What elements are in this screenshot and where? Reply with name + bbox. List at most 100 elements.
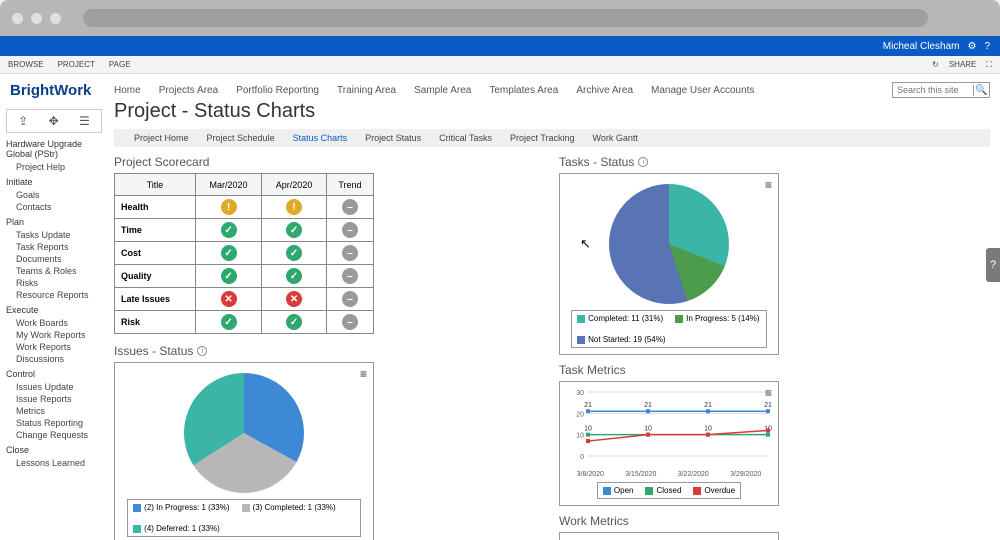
subtab[interactable]: Work Gantt: [593, 133, 638, 143]
browser-dot: [31, 13, 42, 24]
ribbon-page[interactable]: PAGE: [109, 60, 131, 69]
chart-menu-icon[interactable]: ≡: [765, 386, 772, 400]
nav-item[interactable]: Work Reports: [6, 341, 102, 353]
scorecard-cell: –: [326, 219, 373, 242]
svg-text:21: 21: [584, 402, 592, 409]
move-icon[interactable]: ✥: [49, 114, 59, 128]
status-indicator: ✓: [286, 268, 302, 284]
status-indicator: !: [286, 199, 302, 215]
nav-item[interactable]: Lessons Learned: [6, 457, 102, 469]
nav-item[interactable]: Resource Reports: [6, 289, 102, 301]
scorecard-row-title: Late Issues: [115, 288, 196, 311]
nav-group-head[interactable]: Control: [6, 369, 102, 379]
scorecard-cell: ✓: [195, 242, 261, 265]
scorecard-cell: ✓: [195, 265, 261, 288]
subtab[interactable]: Project Home: [134, 133, 189, 143]
line-chart: 01020302121212110101010: [566, 388, 774, 464]
scorecard-row-title: Risk: [115, 311, 196, 334]
logo: BrightWork: [10, 82, 102, 99]
work-metrics-chart: ≡: [559, 532, 779, 540]
sidebar-project-head[interactable]: Hardware Upgrade Global (PStr): [6, 139, 102, 159]
help-tab[interactable]: ?: [986, 248, 1000, 282]
nav-group-head[interactable]: Initiate: [6, 177, 102, 187]
topnav-item[interactable]: Templates Area: [489, 85, 558, 96]
issues-pie: [184, 373, 304, 493]
nav-group-head[interactable]: Execute: [6, 305, 102, 315]
topnav-item[interactable]: Training Area: [337, 85, 396, 96]
svg-text:21: 21: [644, 402, 652, 409]
topnav-item[interactable]: Home: [114, 85, 141, 96]
status-indicator: –: [342, 314, 358, 330]
nav-item[interactable]: Goals: [6, 189, 102, 201]
legend-item: Closed: [645, 486, 681, 495]
help-icon[interactable]: ?: [984, 41, 990, 52]
legend-item: (3) Completed: 1 (33%): [242, 503, 336, 512]
suite-bar: Micheal Clesham ⚙ ?: [0, 36, 1000, 56]
scorecard-cell: ✓: [262, 219, 327, 242]
scorecard-cell: –: [326, 196, 373, 219]
nav-item[interactable]: Issue Reports: [6, 393, 102, 405]
scorecard-table: TitleMar/2020Apr/2020Trend Health!!–Time…: [114, 173, 374, 334]
browser-url-bar[interactable]: [83, 9, 928, 27]
topnav-item[interactable]: Sample Area: [414, 85, 471, 96]
svg-text:20: 20: [576, 411, 584, 418]
list-icon[interactable]: ☰: [79, 114, 90, 128]
upload-icon[interactable]: ⇪: [18, 114, 28, 128]
status-indicator: –: [342, 268, 358, 284]
chart-menu-icon[interactable]: ≡: [360, 367, 367, 381]
topnav-item[interactable]: Portfolio Reporting: [236, 85, 319, 96]
nav-item[interactable]: Task Reports: [6, 241, 102, 253]
nav-item[interactable]: Project Help: [6, 161, 102, 173]
nav-item[interactable]: Work Boards: [6, 317, 102, 329]
status-indicator: ✓: [286, 222, 302, 238]
search-icon[interactable]: 🔍: [973, 85, 989, 96]
gear-icon[interactable]: ⚙: [967, 41, 976, 52]
subtab[interactable]: Project Schedule: [207, 133, 275, 143]
subtab[interactable]: Project Status: [365, 133, 421, 143]
nav-item[interactable]: Risks: [6, 277, 102, 289]
nav-item[interactable]: Tasks Update: [6, 229, 102, 241]
fullscreen-icon[interactable]: ⛶: [986, 60, 992, 70]
subtab[interactable]: Status Charts: [293, 133, 348, 143]
subtab[interactable]: Critical Tasks: [439, 133, 492, 143]
nav-item[interactable]: My Work Reports: [6, 329, 102, 341]
scorecard-cell: ✓: [262, 242, 327, 265]
subtab[interactable]: Project Tracking: [510, 133, 575, 143]
line-x-labels: 3/8/20203/15/20203/22/20203/29/2020: [566, 471, 772, 478]
search-input[interactable]: [893, 85, 973, 95]
nav-item[interactable]: Contacts: [6, 201, 102, 213]
nav-item[interactable]: Status Reporting: [6, 417, 102, 429]
scorecard-cell: !: [195, 196, 261, 219]
nav-group-head[interactable]: Close: [6, 445, 102, 455]
nav-item[interactable]: Documents: [6, 253, 102, 265]
svg-text:0: 0: [580, 454, 584, 461]
legend-item: Completed: 11 (31%): [577, 314, 663, 323]
nav-item[interactable]: Teams & Roles: [6, 265, 102, 277]
nav-item[interactable]: Change Requests: [6, 429, 102, 441]
nav-item[interactable]: Discussions: [6, 353, 102, 365]
chart-menu-icon[interactable]: ≡: [765, 178, 772, 192]
info-icon[interactable]: i: [197, 346, 207, 356]
scorecard-header: Trend: [326, 174, 373, 196]
ribbon-browse[interactable]: BROWSE: [8, 60, 44, 69]
nav-item[interactable]: Metrics: [6, 405, 102, 417]
status-indicator: –: [342, 291, 358, 307]
ribbon-project[interactable]: PROJECT: [58, 60, 95, 69]
tasks-chart: ≡ Completed: 11 (31%)In Progress: 5 (14%…: [559, 173, 779, 355]
x-tick: 3/15/2020: [625, 471, 656, 478]
topnav-item[interactable]: Archive Area: [576, 85, 633, 96]
share-label[interactable]: SHARE: [949, 60, 977, 69]
info-icon[interactable]: i: [638, 157, 648, 167]
topnav-item[interactable]: Projects Area: [159, 85, 218, 96]
user-name[interactable]: Micheal Clesham: [883, 41, 960, 52]
x-tick: 3/8/2020: [577, 471, 604, 478]
ribbon: BROWSE PROJECT PAGE ↻ SHARE ⛶: [0, 56, 1000, 74]
scorecard-cell: –: [326, 288, 373, 311]
refresh-icon[interactable]: ↻: [932, 60, 939, 69]
scorecard-header: Title: [115, 174, 196, 196]
status-indicator: ✓: [286, 245, 302, 261]
scorecard-cell: ✓: [195, 219, 261, 242]
nav-item[interactable]: Issues Update: [6, 381, 102, 393]
topnav-item[interactable]: Manage User Accounts: [651, 85, 754, 96]
nav-group-head[interactable]: Plan: [6, 217, 102, 227]
